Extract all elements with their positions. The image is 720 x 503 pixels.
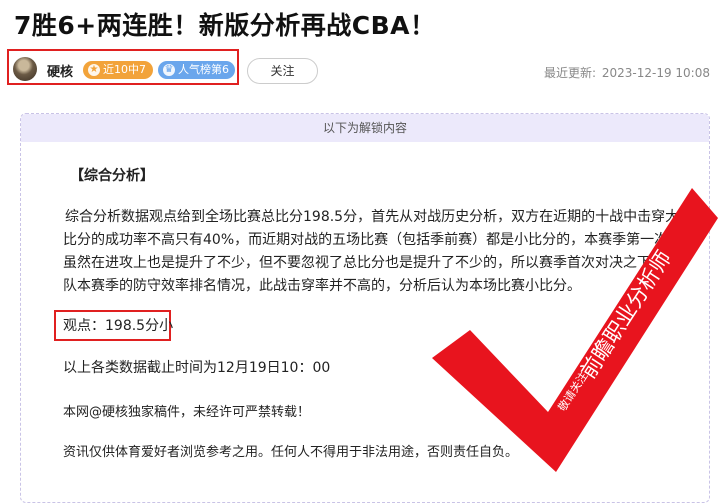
avatar[interactable] [13,57,37,81]
copyright-note: 本网@硬核独家稿件，未经许可严禁转载！ [63,405,311,420]
popularity-badge-label: 人气榜第6 [178,63,229,76]
article-title: 7胜6+两连胜！新版分析再战CBA！ [14,11,436,40]
data-cutoff-note: 以上各类数据截止时间为12月19日10：00 [63,360,331,376]
unlock-notice: 以下为解锁内容 [21,114,709,142]
author-name[interactable]: 硬核 [47,61,73,80]
stamp-text-large: 前瞻职业分析师 [576,246,676,382]
updated-label: 最近更新: [543,66,597,80]
streak-badge: ★ 近10中7 [83,61,153,79]
updated-time: 最近更新: 2023-12-19 10:08 [544,64,710,81]
streak-badge-label: 近10中7 [103,63,146,76]
viewpoint: 观点：198.5分小 [63,318,174,334]
popularity-badge: ♛ 人气榜第6 [158,61,235,79]
checkmark-stamp-icon: 敬请关注 前瞻职业分析师 [432,188,718,472]
crown-icon: ♛ [163,64,175,76]
checkmark-shape [432,188,718,472]
updated-value: 2023-12-19 10:08 [601,66,710,80]
follow-button[interactable]: 关注 [247,58,318,84]
section-heading: 【综合分析】 [70,168,154,184]
star-icon: ★ [88,64,100,76]
